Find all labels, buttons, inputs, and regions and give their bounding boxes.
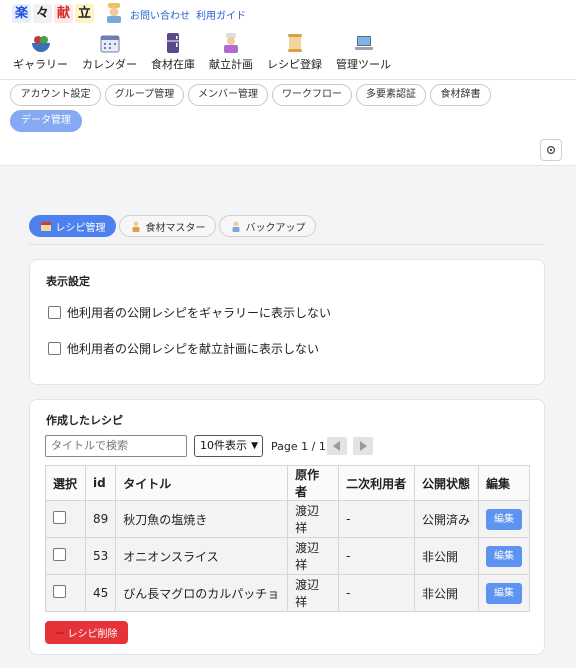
top-links: お問い合わせ 利用ガイド (130, 7, 246, 22)
ingredient-icon (132, 221, 139, 232)
recipe-id: 53 (84, 537, 117, 575)
recipe-status: 非公開 (414, 537, 479, 575)
col-select: 選択 (45, 465, 86, 501)
recipe-status: 公開済み (414, 500, 479, 538)
chef-mascot-icon (107, 3, 121, 23)
recipe-id: 45 (84, 574, 117, 612)
fridge-icon (167, 33, 179, 53)
triangle-left-icon (333, 441, 340, 451)
nav-item-recipe-register[interactable]: レシピ登録 (260, 32, 329, 72)
edit-button[interactable]: 編集 (486, 545, 522, 567)
nav-item-meal-plan[interactable]: 献立計画 (202, 32, 260, 72)
logo-char: 立 (75, 4, 94, 23)
row-select-checkbox[interactable] (53, 511, 66, 524)
guide-link[interactable]: 利用ガイド (196, 7, 246, 22)
display-settings-card: 表示設定 他利用者の公開レシピをギャラリーに表示しない 他利用者の公開レシピを献… (29, 259, 545, 385)
my-recipes-card: 作成したレシピ タイトルで検索 10件表示 ▼ Page 1 / 1 選択 id… (29, 399, 545, 655)
minus-icon (55, 631, 64, 634)
col-secondary-user: 二次利用者 (338, 465, 416, 501)
col-id: id (84, 465, 117, 501)
gear-icon (546, 145, 556, 155)
table-row: 45 びん長マグロのカルパッチョ 渡辺祥 - 非公開 編集 (45, 574, 530, 612)
triangle-right-icon (360, 441, 367, 451)
edit-button[interactable]: 編集 (486, 508, 522, 530)
hide-gallery-checkbox[interactable] (48, 306, 61, 319)
my-recipes-title: 作成したレシピ (46, 414, 123, 427)
tab-recipe-management[interactable]: レシピ管理 (29, 215, 116, 237)
col-edit: 編集 (478, 465, 530, 501)
recipe-title: オニオンスライス (115, 537, 289, 575)
recipe-title: 秋刀魚の塩焼き (115, 500, 289, 538)
tab-ingredient-master[interactable]: 食材マスター (119, 215, 216, 237)
chip-member-management[interactable]: メンバー管理 (188, 84, 268, 106)
logo-char: 々 (33, 4, 52, 23)
chip-data-management[interactable]: データ管理 (10, 110, 82, 132)
app-header: 楽 々 献 立 お問い合わせ 利用ガイド ギャラリー カレンダー 食材在庫 献立… (0, 0, 576, 80)
chip-mfa[interactable]: 多要素認証 (356, 84, 426, 106)
recipe-secondary-user: - (338, 537, 416, 575)
nav-item-calendar[interactable]: カレンダー (75, 32, 144, 72)
cook-icon (224, 33, 238, 53)
next-page-button[interactable] (353, 437, 373, 455)
table-row: 89 秋刀魚の塩焼き 渡辺祥 - 公開済み 編集 (45, 500, 530, 538)
col-title: タイトル (115, 465, 289, 501)
recipe-secondary-user: - (338, 574, 416, 612)
recipes-table: 選択 id タイトル 原作者 二次利用者 公開状態 編集 89 秋刀魚の塩焼き … (45, 465, 530, 612)
nav-item-admin-tools[interactable]: 管理ツール (329, 32, 398, 72)
row-select-checkbox[interactable] (53, 585, 66, 598)
app-logo[interactable]: 楽 々 献 立 (12, 4, 94, 23)
main-nav: ギャラリー カレンダー 食材在庫 献立計画 レシピ登録 管理ツール (6, 32, 398, 72)
recipe-title: びん長マグロのカルパッチョ (115, 574, 289, 612)
col-author: 原作者 (287, 465, 340, 501)
per-page-select[interactable]: 10件表示 ▼ (194, 435, 263, 457)
chevron-down-icon: ▼ (251, 441, 258, 451)
page-info: Page 1 / 1 (271, 440, 326, 453)
recipe-icon (40, 222, 51, 231)
row-select-checkbox[interactable] (53, 548, 66, 561)
salad-bowl-icon (31, 36, 50, 52)
settings-button[interactable] (540, 139, 562, 161)
title-search-input[interactable]: タイトルで検索 (45, 435, 187, 457)
edit-button[interactable]: 編集 (486, 582, 522, 604)
display-settings-title: 表示設定 (46, 275, 90, 288)
option-hide-meal-plan[interactable]: 他利用者の公開レシピを献立計画に表示しない (48, 340, 319, 357)
chip-workflow[interactable]: ワークフロー (272, 84, 352, 106)
admin-subnav: アカウント設定 グループ管理 メンバー管理 ワークフロー 多要素認証 食材辞書 … (0, 80, 576, 166)
hide-meal-plan-checkbox[interactable] (48, 342, 61, 355)
nav-item-gallery[interactable]: ギャラリー (6, 32, 75, 72)
recipe-author: 渡辺祥 (287, 500, 340, 538)
tab-divider (28, 244, 544, 245)
nav-item-inventory[interactable]: 食材在庫 (144, 32, 202, 72)
table-row: 53 オニオンスライス 渡辺祥 - 非公開 編集 (45, 537, 530, 575)
chip-account-settings[interactable]: アカウント設定 (10, 84, 101, 106)
delete-recipe-button[interactable]: レシピ削除 (45, 621, 128, 644)
prev-page-button[interactable] (327, 437, 347, 455)
tab-backup[interactable]: バックアップ (219, 215, 316, 237)
chip-ingredient-dictionary[interactable]: 食材辞書 (430, 84, 491, 106)
chip-group-management[interactable]: グループ管理 (105, 84, 184, 106)
contact-link[interactable]: お問い合わせ (130, 7, 190, 22)
logo-char: 献 (54, 4, 73, 23)
recipe-author: 渡辺祥 (287, 537, 340, 575)
logo-char: 楽 (12, 4, 31, 23)
recipe-author: 渡辺祥 (287, 574, 340, 612)
scroll-icon (287, 34, 302, 52)
recipe-secondary-user: - (338, 500, 416, 538)
backup-icon (232, 221, 239, 232)
calendar-icon (100, 35, 119, 53)
recipe-id: 89 (84, 500, 117, 538)
laptop-icon (354, 36, 373, 50)
recipe-status: 非公開 (414, 574, 479, 612)
option-hide-gallery[interactable]: 他利用者の公開レシピをギャラリーに表示しない (48, 304, 331, 321)
table-header-row: 選択 id タイトル 原作者 二次利用者 公開状態 編集 (45, 465, 530, 501)
col-status: 公開状態 (414, 465, 479, 501)
